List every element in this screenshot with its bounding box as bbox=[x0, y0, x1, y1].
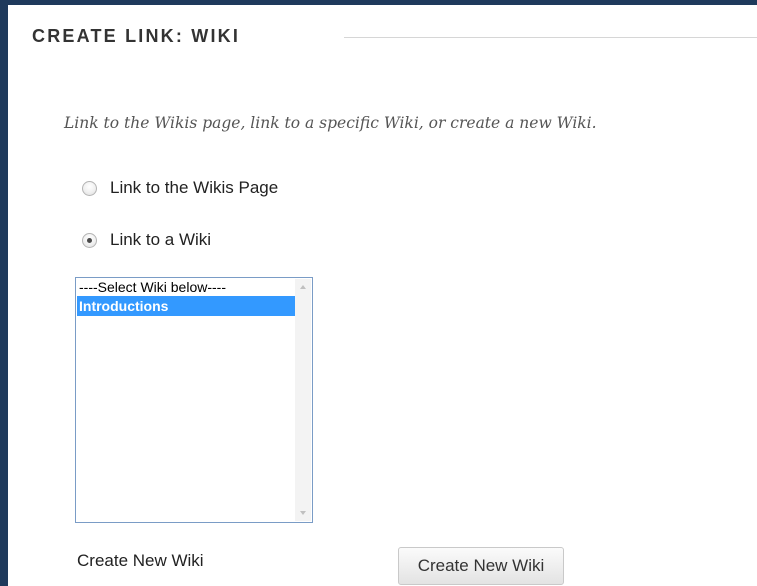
instructions-text: Link to the Wikis page, link to a specif… bbox=[64, 114, 597, 132]
wiki-option-placeholder[interactable]: ----Select Wiki below---- bbox=[77, 279, 295, 296]
wiki-select-listbox[interactable]: ----Select Wiki below---- Introductions bbox=[75, 277, 313, 523]
link-to-wiki-radio[interactable] bbox=[82, 232, 97, 248]
create-link-wiki-panel: CREATE LINK: WIKI Link to the Wikis page… bbox=[8, 5, 757, 586]
section-title: CREATE LINK: WIKI bbox=[32, 26, 241, 46]
header-divider bbox=[344, 37, 757, 38]
link-to-wiki-label[interactable]: Link to a Wiki bbox=[110, 230, 211, 250]
wiki-option-introductions[interactable]: Introductions bbox=[77, 296, 295, 316]
link-to-wiki-option[interactable]: Link to a Wiki bbox=[82, 230, 211, 250]
scroll-down-arrow-icon[interactable] bbox=[295, 505, 311, 521]
create-new-wiki-label: Create New Wiki bbox=[77, 551, 204, 570]
link-wikis-page-radio[interactable] bbox=[82, 180, 97, 196]
wiki-option-list: ----Select Wiki below---- Introductions bbox=[77, 279, 295, 521]
link-wikis-page-label[interactable]: Link to the Wikis Page bbox=[110, 178, 278, 198]
scroll-up-arrow-icon[interactable] bbox=[295, 279, 311, 295]
listbox-scrollbar[interactable] bbox=[295, 279, 311, 521]
create-new-wiki-button[interactable]: Create New Wiki bbox=[398, 547, 564, 585]
link-wikis-page-option[interactable]: Link to the Wikis Page bbox=[82, 178, 278, 198]
